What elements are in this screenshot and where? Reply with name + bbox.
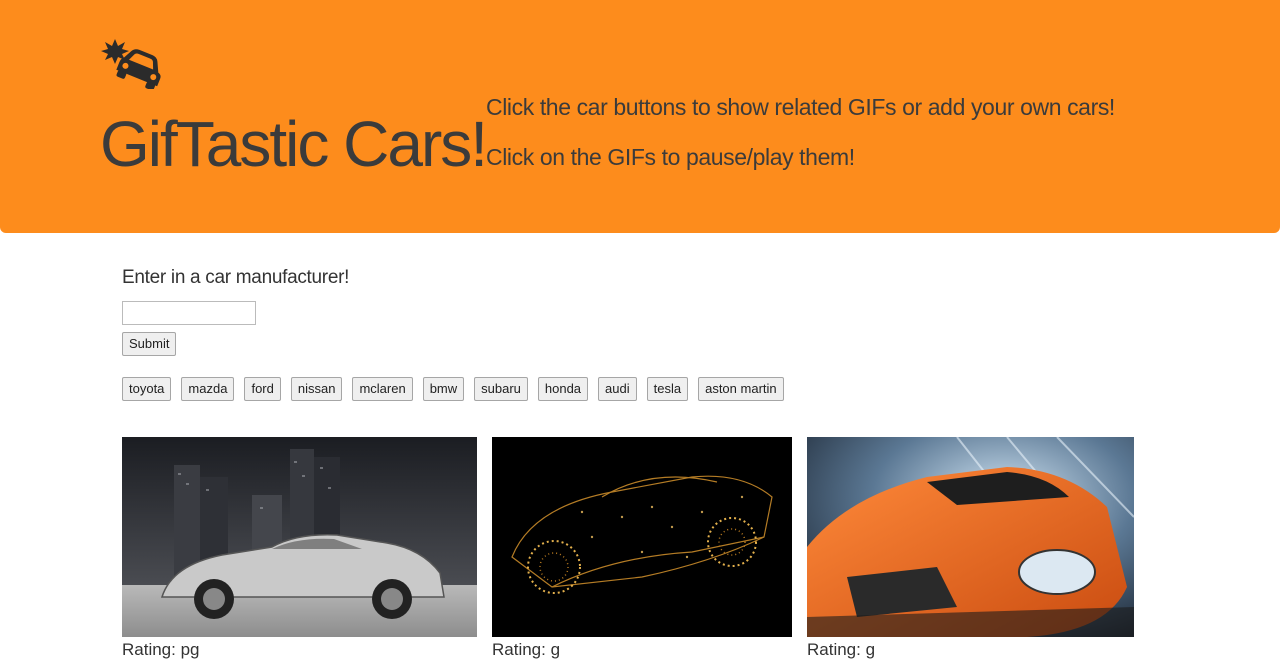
gif-card: Rating: g: [807, 437, 1134, 660]
car-button-mclaren[interactable]: mclaren: [352, 377, 413, 401]
add-car-form: Enter in a car manufacturer! Submit: [122, 264, 350, 356]
car-buttons: toyota mazda ford nissan mclaren bmw sub…: [122, 377, 784, 401]
submit-button[interactable]: Submit: [122, 332, 177, 356]
gif-card: Rating: pg: [122, 437, 477, 660]
car-crash-icon: [101, 39, 161, 89]
car-button-subaru[interactable]: subaru: [474, 377, 528, 401]
gif-rating: Rating: g: [492, 640, 561, 659]
car-button-honda[interactable]: honda: [537, 377, 589, 401]
car-button-ford[interactable]: ford: [244, 377, 281, 401]
car-button-nissan[interactable]: nissan: [290, 377, 343, 401]
gif-results: Rating: pg Rating: g Rating: g: [0, 437, 1280, 659]
intro-text: Click the car buttons to show related GI…: [486, 94, 1115, 120]
car-button-audi[interactable]: audi: [598, 377, 637, 401]
gif-rating: Rating: pg: [122, 640, 200, 659]
car-gif-image[interactable]: [122, 437, 477, 637]
site-title: GifTastic Cars!: [100, 108, 488, 180]
car-gif-image[interactable]: [807, 437, 1134, 637]
gif-card: Rating: g: [492, 437, 792, 660]
header-banner: GifTastic Cars! Click the car buttons to…: [0, 0, 1280, 233]
car-button-mazda[interactable]: mazda: [181, 377, 235, 401]
car-button-bmw[interactable]: bmw: [422, 377, 465, 401]
car-button-aston-martin[interactable]: aston martin: [698, 377, 784, 401]
car-input[interactable]: [122, 301, 256, 325]
intro-text-secondary: Click on the GIFs to pause/play them!: [486, 144, 855, 170]
car-gif-image[interactable]: [492, 437, 792, 637]
car-button-toyota[interactable]: toyota: [122, 377, 172, 401]
form-label: Enter in a car manufacturer!: [122, 267, 350, 288]
car-button-tesla[interactable]: tesla: [646, 377, 689, 401]
gif-rating: Rating: g: [807, 640, 876, 659]
